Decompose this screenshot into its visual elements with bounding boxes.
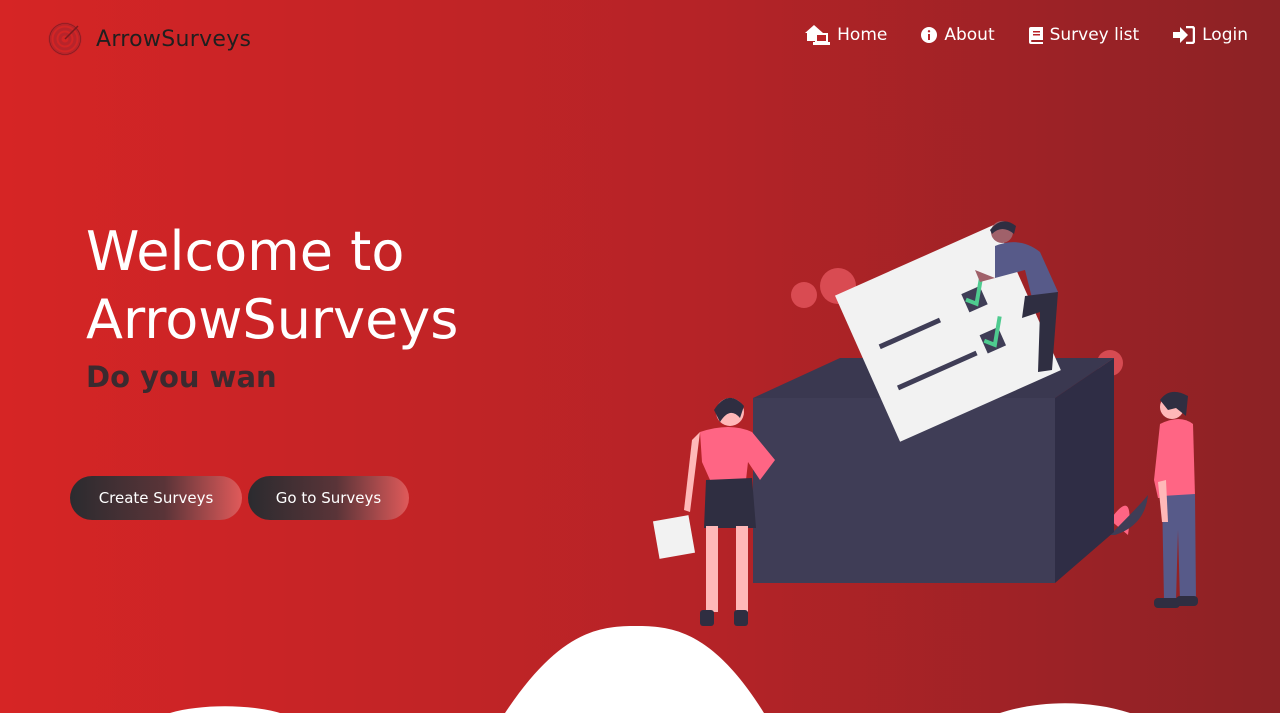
hero-subtitle: Do you wan bbox=[86, 360, 277, 394]
go-to-surveys-button[interactable]: Go to Surveys bbox=[248, 476, 409, 520]
ballot-box-illustration bbox=[652, 221, 1198, 626]
nav-item-login[interactable]: Login bbox=[1173, 25, 1248, 45]
nav-item-home[interactable]: Home bbox=[804, 24, 887, 46]
hero-title: Welcome to ArrowSurveys bbox=[86, 218, 546, 354]
brand-name: ArrowSurveys bbox=[96, 26, 252, 52]
nav-item-label: Home bbox=[837, 25, 888, 45]
home-laptop-icon bbox=[805, 25, 831, 45]
target-icon bbox=[48, 22, 82, 56]
nav-item-label: About bbox=[944, 25, 995, 45]
create-surveys-button[interactable]: Create Surveys bbox=[70, 476, 242, 520]
nav-item-survey-list[interactable]: Survey list bbox=[1028, 25, 1140, 45]
sign-in-icon bbox=[1173, 26, 1196, 44]
nav-item-label: Survey list bbox=[1049, 25, 1140, 45]
bottom-wave-decoration bbox=[170, 626, 1130, 713]
info-icon bbox=[921, 27, 938, 43]
nav-item-about[interactable]: About bbox=[921, 25, 995, 45]
brand[interactable]: ArrowSurveys bbox=[48, 22, 251, 56]
main-nav: Home About Survey list Login bbox=[770, 24, 1248, 46]
nav-item-label: Login bbox=[1202, 25, 1248, 45]
book-icon bbox=[1028, 26, 1043, 44]
hero-title-line2: ArrowSurveys bbox=[86, 288, 459, 351]
hero-title-line1: Welcome to bbox=[86, 220, 405, 283]
